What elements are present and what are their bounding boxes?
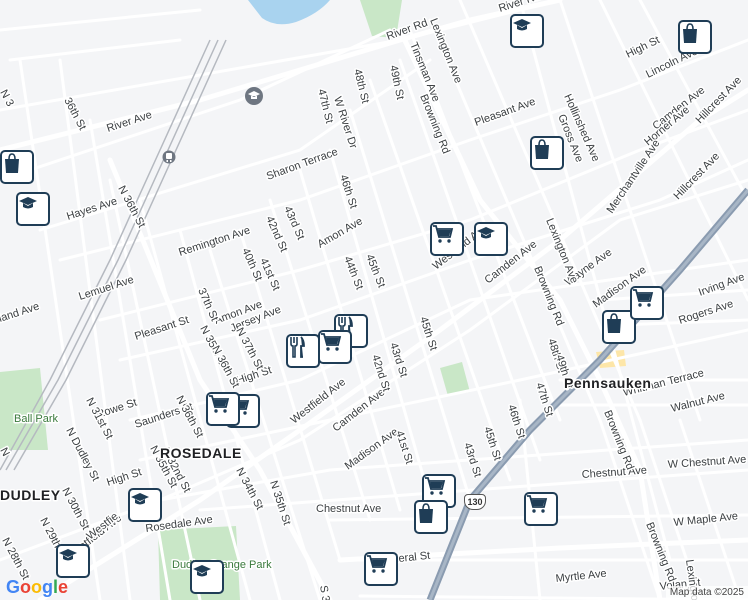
shopping-cart-icon[interactable] [430,222,464,256]
shopping-cart-icon[interactable] [318,330,352,364]
shopping-bag-icon[interactable] [678,20,712,54]
school-icon[interactable] [128,488,162,522]
shopping-cart-icon[interactable] [206,392,240,426]
place-label-ball-park: Ball Park [14,413,59,425]
school-icon[interactable] [474,222,508,256]
google-logo: Google [6,577,69,597]
route-130-shield: 130 [464,494,486,510]
school-icon[interactable] [56,544,90,578]
train-station-icon[interactable] [162,150,184,172]
restaurant-icon[interactable] [286,334,320,368]
shopping-bag-icon[interactable] [530,136,564,170]
shopping-bag-icon[interactable] [414,500,448,534]
university-icon[interactable] [244,86,266,108]
place-label-rosedale: ROSEDALE [160,445,242,461]
map-attribution[interactable]: Map data ©2025 [665,586,748,600]
shopping-bag-icon[interactable] [0,150,34,184]
school-icon[interactable] [16,192,50,226]
shopping-cart-icon[interactable] [524,492,558,526]
shopping-cart-icon[interactable] [364,552,398,586]
place-label-dudley: DUDLEY [0,487,61,503]
school-icon[interactable] [190,560,224,594]
map-canvas[interactable]: River Rd River Rd River Ave Sharon Terrace H… [0,0,748,600]
shopping-cart-icon[interactable] [630,286,664,320]
place-label-pennsauken: Pennsauken [564,375,651,391]
school-icon[interactable] [510,14,544,48]
